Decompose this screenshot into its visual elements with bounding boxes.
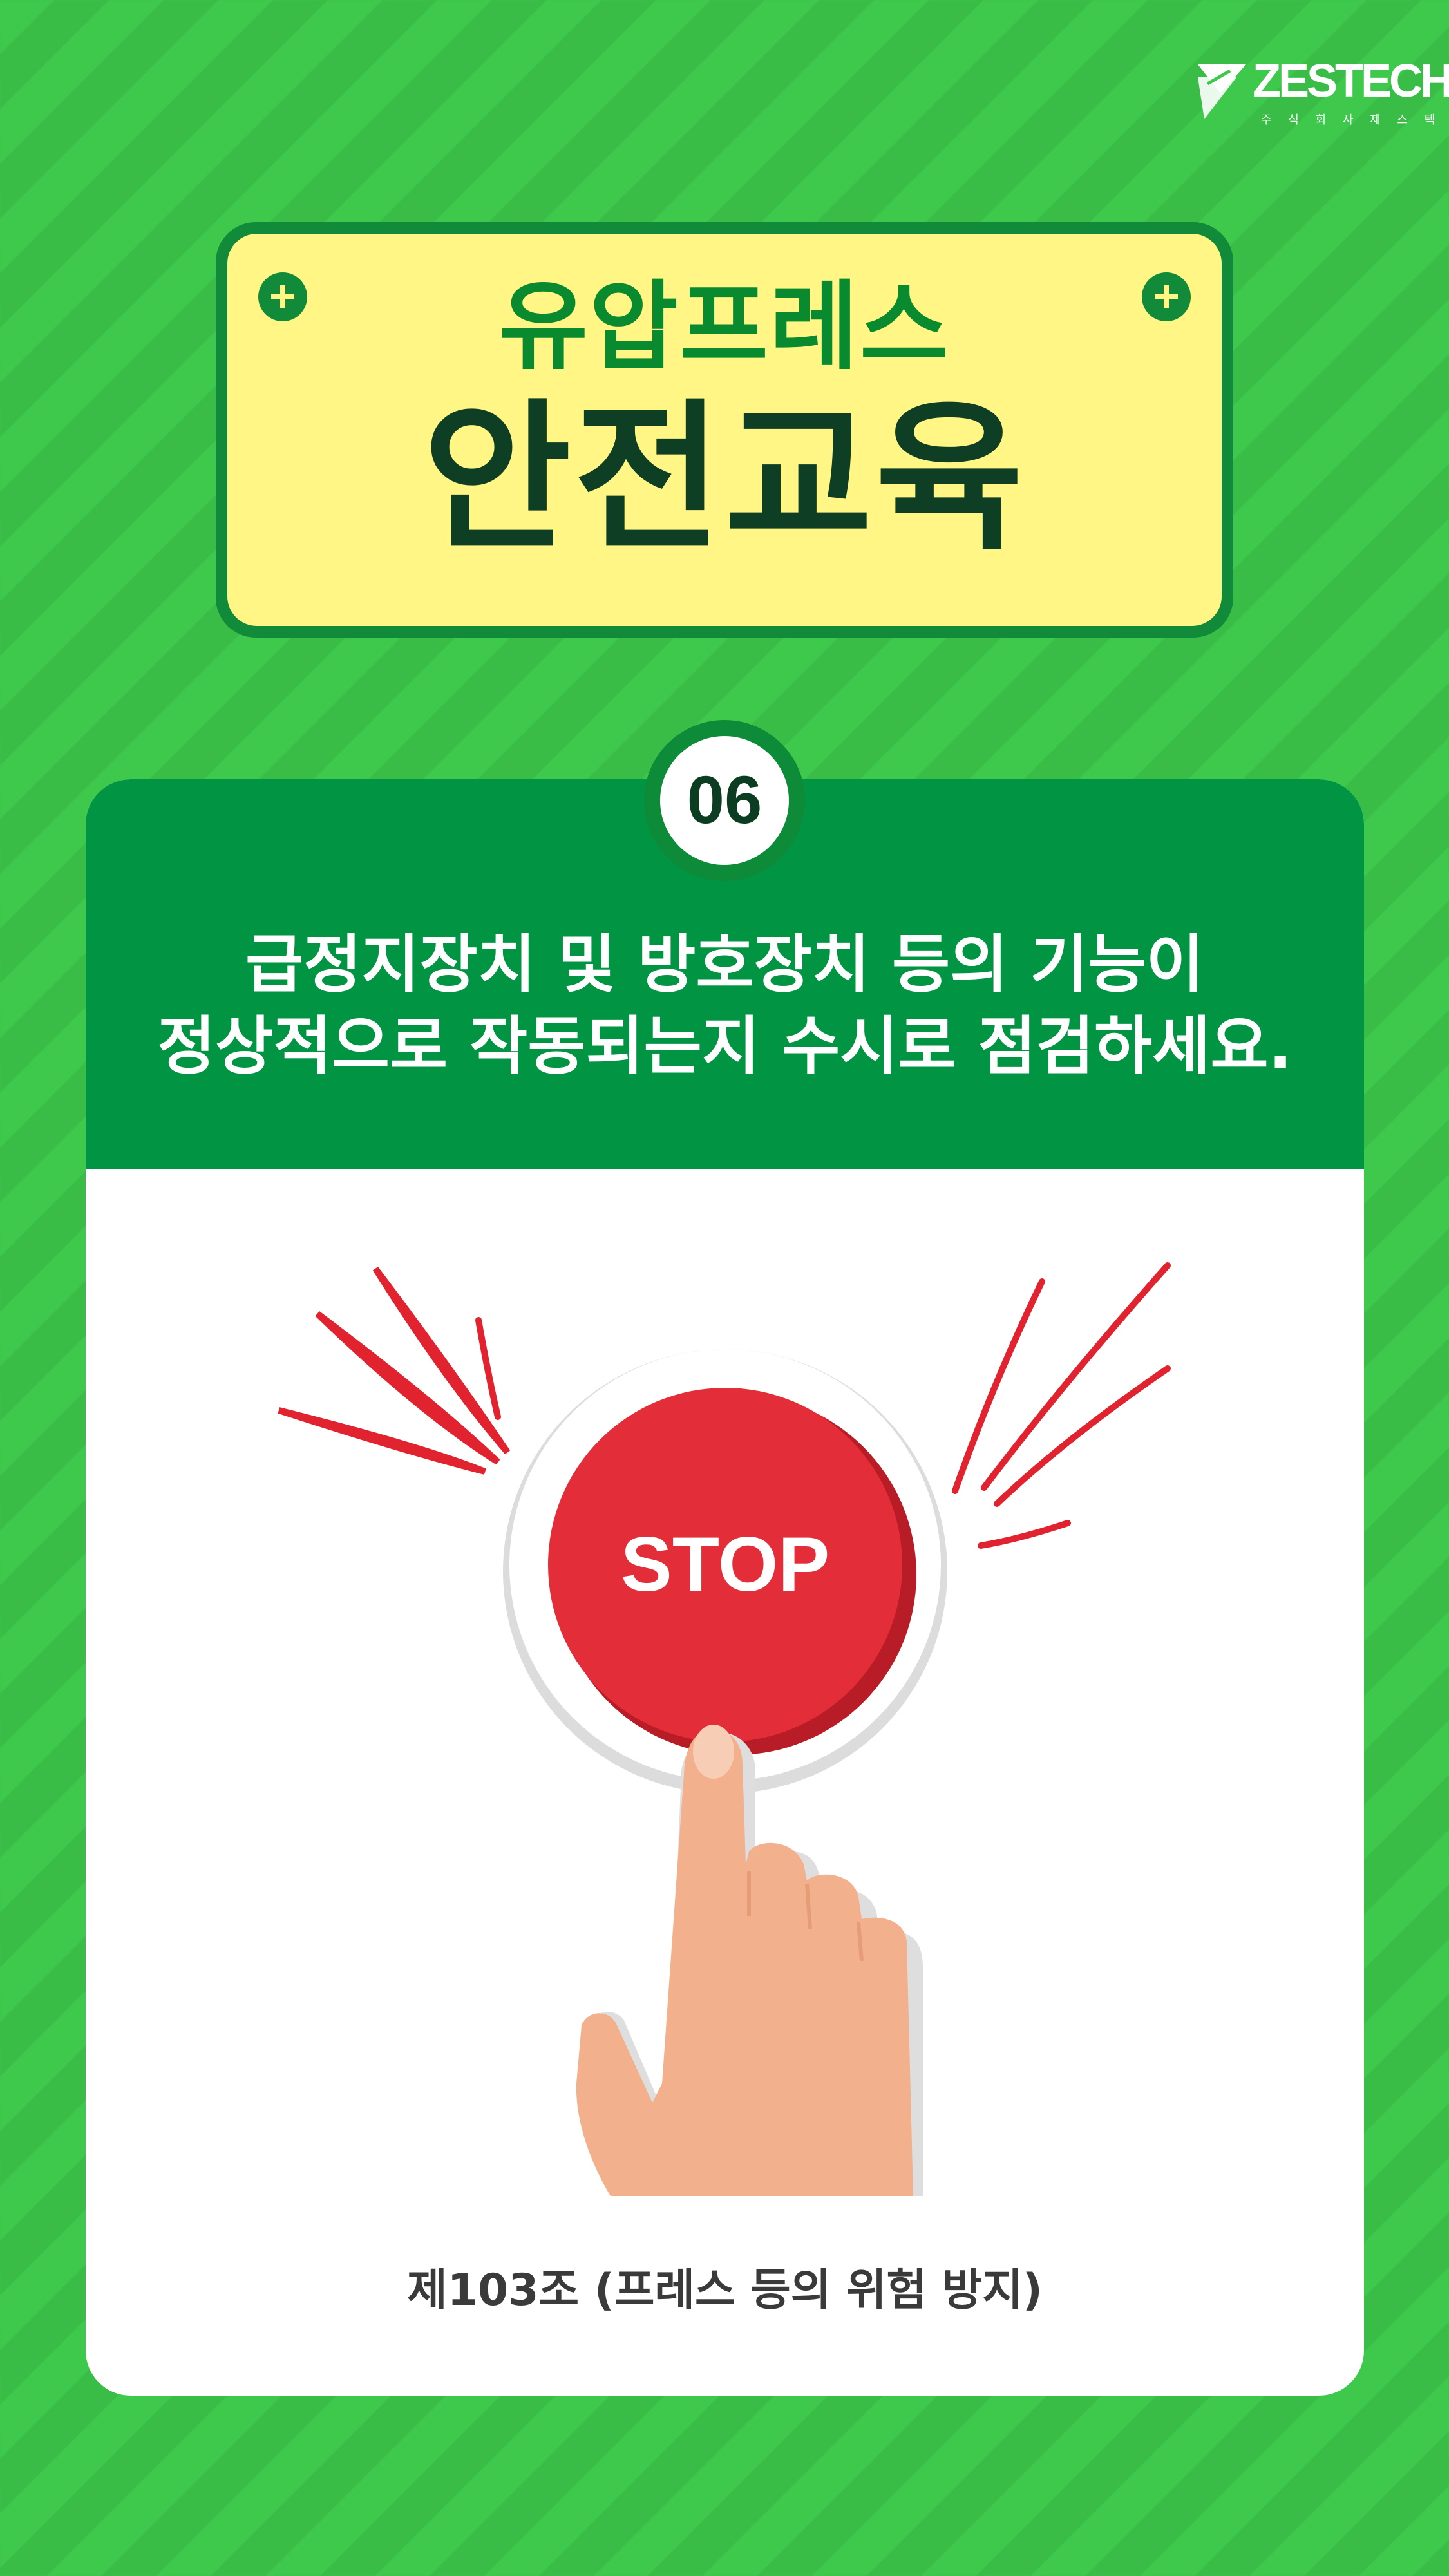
brand-subtitle: 주 식 회 사 제 스 텍 bbox=[1261, 113, 1442, 127]
headline-line-2: 정상적으로 작동되는지 수시로 점검하세요. bbox=[157, 1010, 1293, 1084]
card-headline: 급정지장치 및 방호장치 등의 기능이 정상적으로 작동되는지 수시로 점검하세… bbox=[86, 924, 1364, 1088]
stop-button-icon: STOP bbox=[503, 1349, 947, 1794]
zestech-leaf-logo-icon bbox=[1198, 64, 1246, 119]
title-board: 유압프레스 안전교육 bbox=[216, 222, 1233, 638]
pointing-hand-icon bbox=[576, 1725, 923, 2196]
title-subject: 유압프레스 bbox=[498, 271, 950, 383]
step-number: 06 bbox=[660, 736, 789, 865]
brand-logo: ZESTECH 주 식 회 사 제 스 텍 bbox=[1191, 58, 1449, 129]
stop-button-label: STOP bbox=[621, 1521, 830, 1607]
step-number-badge: 06 bbox=[644, 720, 805, 881]
stop-button-illustration: STOP bbox=[278, 1262, 1171, 2196]
regulation-caption: 제103조 (프레스 등의 위험 방지) bbox=[407, 2265, 1043, 2316]
title-main: 안전교육 bbox=[423, 384, 1026, 572]
title-board-inner: 유압프레스 안전교육 bbox=[227, 234, 1222, 626]
brand-name: ZESTECH bbox=[1253, 55, 1449, 107]
headline-line-1: 급정지장치 및 방호장치 등의 기능이 bbox=[245, 928, 1204, 1001]
